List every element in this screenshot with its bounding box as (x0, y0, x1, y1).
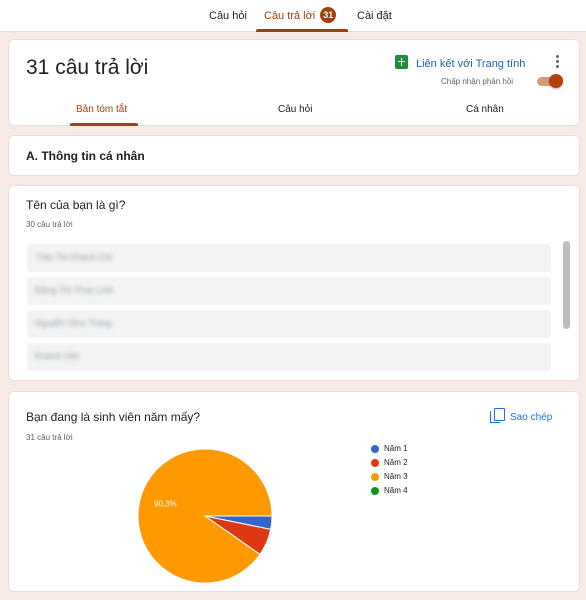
question-title: Tên của bạn là gì? (26, 198, 126, 212)
legend-swatch (371, 473, 379, 481)
top-tab-bar: Câu hỏi Câu trả lời 31 Cài đặt (0, 0, 586, 32)
tab-responses[interactable]: Câu trả lời 31 (256, 0, 348, 32)
answer-row: Nguyễn Như Trang (27, 310, 551, 338)
answer-row: Khánh Vân (27, 343, 551, 371)
copy-icon (490, 408, 505, 423)
tab-settings[interactable]: Cài đặt (357, 0, 392, 32)
copy-chart-label: Sao chép (510, 412, 553, 423)
answer-row: Trần Thị Khánh Chi (27, 244, 551, 272)
response-count: 31 câu trả lời (26, 433, 73, 442)
tab-responses-label: Câu trả lời (264, 10, 316, 22)
question-card-year: Bạn đang là sinh viên năm mấy? 31 câu tr… (8, 391, 580, 592)
more-vert-icon[interactable] (552, 55, 562, 71)
question-title: Bạn đang là sinh viên năm mấy? (26, 410, 201, 424)
pie-slice-3 (137, 448, 273, 584)
responses-title: 31 câu trả lời (26, 56, 149, 79)
pie-slice-label: 90,3% (154, 500, 177, 509)
answer-text: Đặng Thị Thuỳ Linh (35, 285, 114, 295)
legend-swatch (371, 445, 379, 453)
copy-chart-button[interactable]: Sao chép (490, 407, 552, 423)
responses-summary-card: 31 câu trả lời Liên kết với Trang tính C… (8, 39, 580, 126)
subtab-individual[interactable]: Cá nhân (466, 104, 504, 115)
answer-list[interactable]: Trần Thị Khánh Chi Đặng Thị Thuỳ Linh Ng… (27, 244, 553, 373)
accept-responses-toggle[interactable] (535, 74, 563, 88)
accept-responses-label: Chấp nhận phản hồi (441, 77, 514, 86)
legend-label: Năm 3 (384, 472, 408, 481)
pie-chart: 90,3% (137, 448, 273, 584)
subtab-question[interactable]: Câu hỏi (278, 104, 312, 115)
subtab-summary[interactable]: Bản tóm tắt (70, 104, 138, 126)
section-title: A. Thông tin cá nhân (26, 149, 145, 163)
response-count: 30 câu trả lời (26, 220, 73, 229)
link-to-sheets-button[interactable]: Liên kết với Trang tính (395, 54, 525, 70)
scrollbar-thumb[interactable] (563, 241, 570, 329)
answer-text: Nguyễn Như Trang (35, 318, 112, 328)
tab-questions[interactable]: Câu hỏi (209, 0, 247, 32)
legend-swatch (371, 459, 379, 467)
legend-swatch (371, 487, 379, 495)
answer-text: Trần Thị Khánh Chi (35, 252, 113, 262)
sheets-icon (395, 55, 408, 69)
link-to-sheets-label: Liên kết với Trang tính (416, 58, 526, 70)
legend-label: Năm 4 (384, 486, 408, 495)
responses-count-badge: 31 (320, 7, 337, 23)
answer-text: Khánh Vân (35, 351, 80, 361)
subtab-summary-label: Bản tóm tắt (76, 104, 128, 115)
toggle-thumb (549, 74, 563, 88)
section-header-card: A. Thông tin cá nhân (8, 135, 580, 176)
active-subtab-indicator (70, 123, 138, 126)
legend-label: Năm 2 (384, 458, 408, 467)
legend-label: Năm 1 (384, 444, 408, 453)
active-tab-indicator (256, 29, 348, 32)
answer-row: Đặng Thị Thuỳ Linh (27, 277, 551, 305)
question-card-name: Tên của bạn là gì? 30 câu trả lời Trần T… (8, 185, 580, 381)
answer-list-scrollbar[interactable] (563, 241, 570, 372)
